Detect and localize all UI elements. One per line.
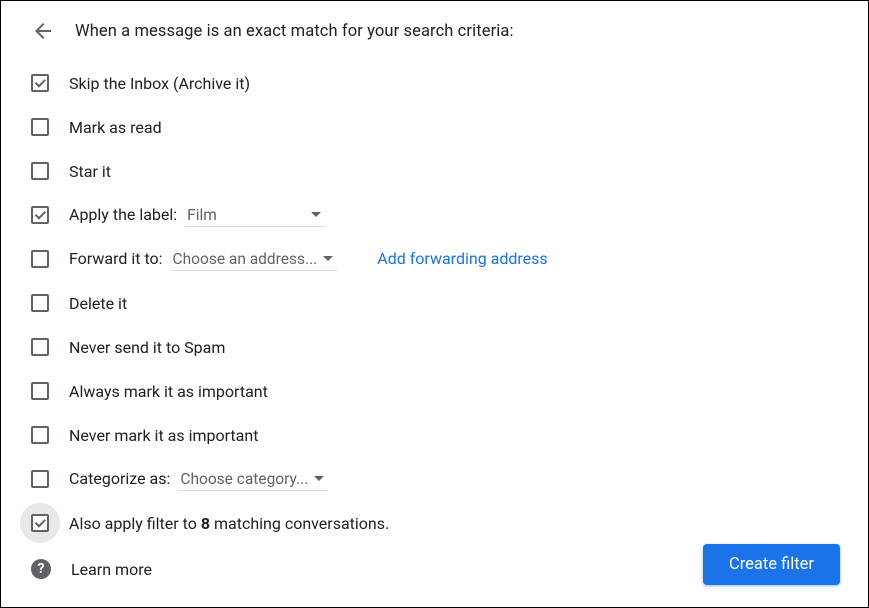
checkbox-ripple xyxy=(20,503,60,543)
label-forward: Forward it to: xyxy=(69,249,163,268)
label-never-spam: Never send it to Spam xyxy=(69,338,225,357)
checkbox-never-important[interactable] xyxy=(31,426,49,444)
page-title: When a message is an exact match for you… xyxy=(75,22,514,41)
select-forward-value: Choose an address... xyxy=(173,250,318,268)
checkbox-also-apply[interactable] xyxy=(31,514,49,532)
option-categorize: Categorize as: Choose category... xyxy=(31,457,846,501)
option-forward: Forward it to: Choose an address... Add … xyxy=(31,237,846,281)
checkbox-always-important[interactable] xyxy=(31,382,49,400)
checkbox-categorize[interactable] xyxy=(31,470,49,488)
option-also-apply: Also apply filter to 8 matching conversa… xyxy=(31,501,846,545)
label-skip-inbox: Skip the Inbox (Archive it) xyxy=(69,74,250,93)
label-star-it: Star it xyxy=(69,162,111,181)
link-learn-more[interactable]: Learn more xyxy=(71,560,152,579)
checkbox-delete-it[interactable] xyxy=(31,294,49,312)
link-add-forwarding-address[interactable]: Add forwarding address xyxy=(377,249,547,268)
checkbox-forward[interactable] xyxy=(31,250,49,268)
help-icon[interactable]: ? xyxy=(31,559,51,579)
select-categorize[interactable]: Choose category... xyxy=(178,468,328,491)
option-mark-read: Mark as read xyxy=(31,105,846,149)
option-never-important: Never mark it as important xyxy=(31,413,846,457)
filter-options-list: Skip the Inbox (Archive it) Mark as read… xyxy=(1,61,868,545)
checkbox-skip-inbox[interactable] xyxy=(31,74,49,92)
option-always-important: Always mark it as important xyxy=(31,369,846,413)
select-categorize-value: Choose category... xyxy=(180,470,308,488)
checkbox-apply-label[interactable] xyxy=(31,206,49,224)
label-never-important: Never mark it as important xyxy=(69,426,258,445)
chevron-down-icon xyxy=(314,476,324,481)
create-filter-button[interactable]: Create filter xyxy=(703,544,840,585)
option-never-spam: Never send it to Spam xyxy=(31,325,846,369)
select-apply-label-value: Film xyxy=(187,206,217,224)
label-always-important: Always mark it as important xyxy=(69,382,268,401)
label-mark-read: Mark as read xyxy=(69,118,162,137)
option-star-it: Star it xyxy=(31,149,846,193)
label-apply-label: Apply the label: xyxy=(69,205,177,224)
checkbox-mark-read[interactable] xyxy=(31,118,49,136)
option-apply-label: Apply the label: Film xyxy=(31,193,846,237)
chevron-down-icon xyxy=(323,256,333,261)
option-skip-inbox: Skip the Inbox (Archive it) xyxy=(31,61,846,105)
checkbox-never-spam[interactable] xyxy=(31,338,49,356)
back-arrow-icon[interactable] xyxy=(31,19,55,43)
chevron-down-icon xyxy=(311,212,321,217)
select-apply-label[interactable]: Film xyxy=(185,204,325,227)
option-delete-it: Delete it xyxy=(31,281,846,325)
label-also-apply: Also apply filter to 8 matching conversa… xyxy=(69,514,389,533)
select-forward-address[interactable]: Choose an address... xyxy=(171,248,338,271)
checkbox-star-it[interactable] xyxy=(31,162,49,180)
label-delete-it: Delete it xyxy=(69,294,127,313)
label-categorize: Categorize as: xyxy=(69,469,170,488)
